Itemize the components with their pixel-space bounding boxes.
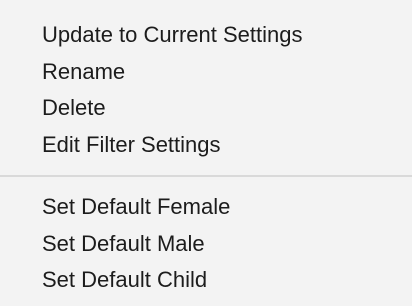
menu-group-defaults: Set Default Female Set Default Male Set … — [0, 177, 412, 299]
menu-item-update-to-current-settings[interactable]: Update to Current Settings — [42, 17, 412, 54]
menu-item-set-default-male[interactable]: Set Default Male — [42, 226, 412, 263]
menu-group-presets: Update to Current Settings Rename Delete… — [0, 0, 412, 163]
menu-item-delete[interactable]: Delete — [42, 90, 412, 127]
menu-item-edit-filter-settings[interactable]: Edit Filter Settings — [42, 127, 412, 164]
menu-item-set-default-female[interactable]: Set Default Female — [42, 189, 412, 226]
menu-item-set-default-child[interactable]: Set Default Child — [42, 262, 412, 299]
context-menu: Update to Current Settings Rename Delete… — [0, 0, 412, 306]
menu-item-rename[interactable]: Rename — [42, 54, 412, 91]
